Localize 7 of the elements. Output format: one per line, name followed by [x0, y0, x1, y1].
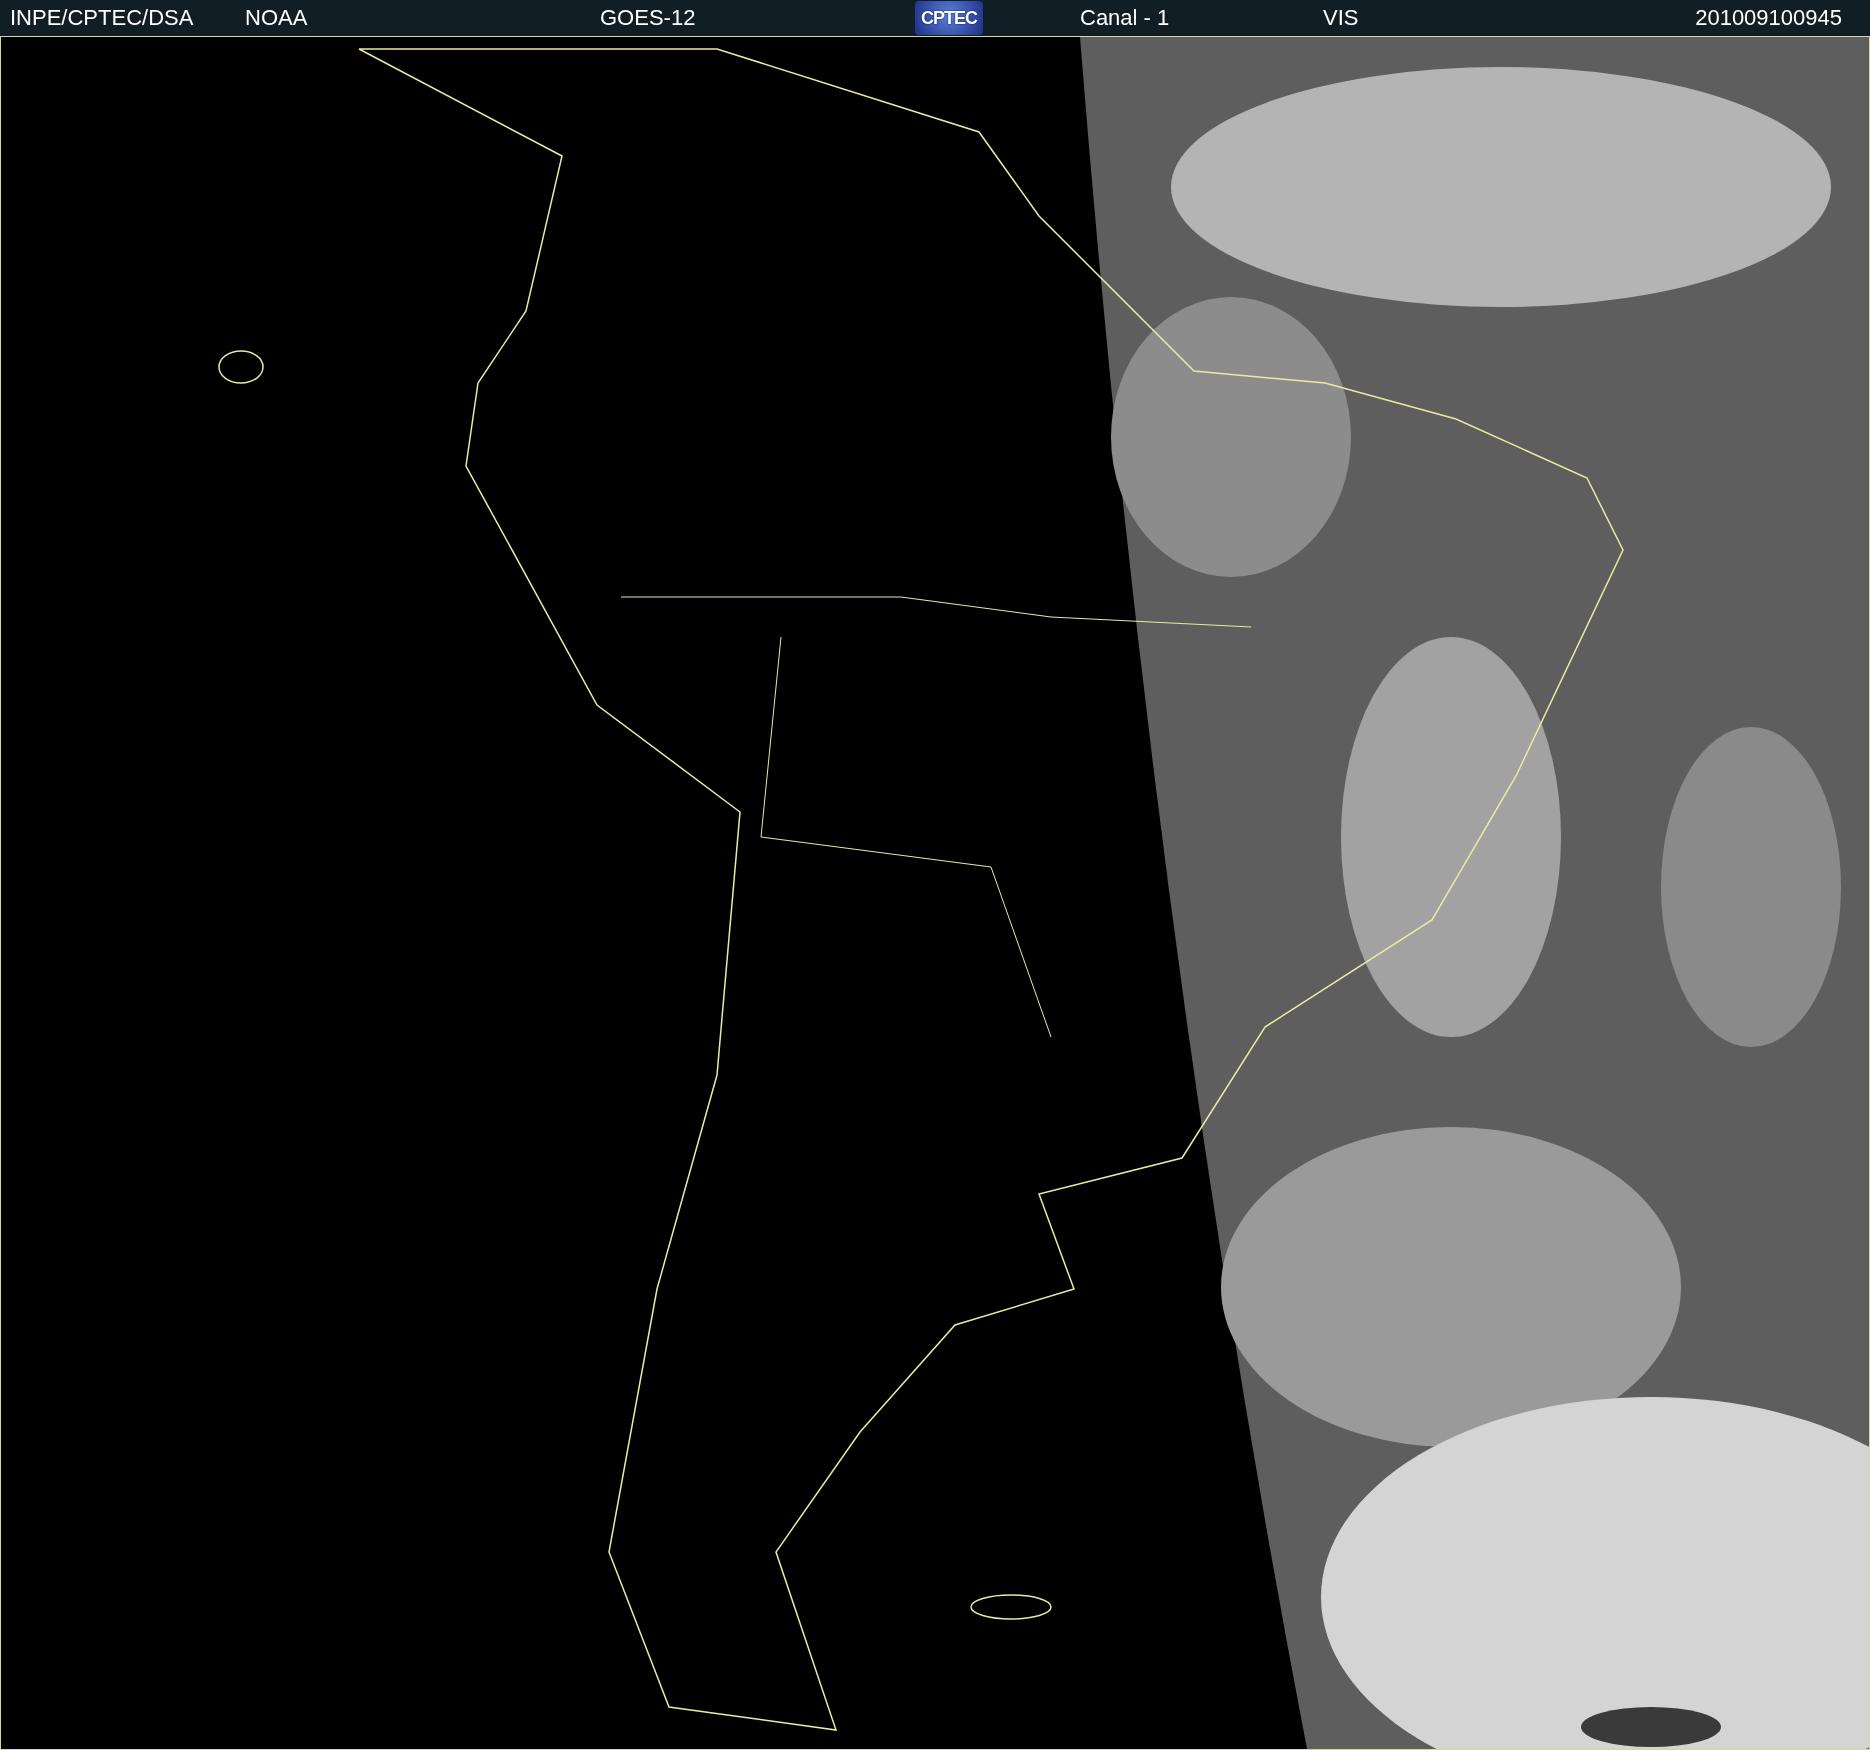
source-label: INPE/CPTEC/DSA	[10, 5, 194, 31]
satellite-label: GOES-12	[600, 5, 696, 31]
agency-label: NOAA	[245, 5, 308, 31]
timestamp-label: 201009100945	[1695, 5, 1842, 31]
channel-label: Canal - 1	[1080, 5, 1170, 31]
band-label: VIS	[1323, 5, 1359, 31]
logo: CPTEC	[915, 1, 983, 35]
